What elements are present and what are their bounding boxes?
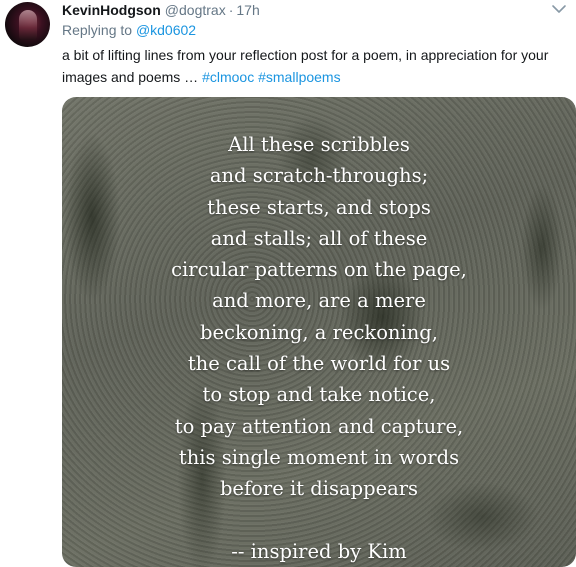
poem-line: circular patterns on the page,: [171, 258, 467, 282]
poem-line: beckoning, a reckoning,: [200, 320, 438, 344]
hashtag-link[interactable]: #clmooc: [202, 69, 254, 85]
avatar[interactable]: [5, 2, 50, 47]
poem-spacer: [62, 505, 576, 536]
poem-line: before it disappears: [219, 477, 419, 501]
poem-line: and stalls; all of these: [210, 226, 428, 250]
poem-line: to pay attention and capture,: [174, 414, 464, 438]
poem-line: the call of the world for us: [187, 352, 451, 376]
poem-line: All these scribbles: [228, 133, 410, 156]
timestamp[interactable]: 17h: [236, 2, 259, 18]
poem-line: and more, are a mere: [212, 289, 426, 313]
author-name[interactable]: KevinHodgson: [62, 2, 161, 18]
poem-line: this single moment in words: [178, 445, 460, 469]
poem-line: to stop and take notice,: [202, 383, 436, 407]
author-handle[interactable]: @dogtrax: [165, 2, 226, 18]
replying-to: Replying to @kd0602: [62, 22, 196, 38]
reply-mention-link[interactable]: @kd0602: [136, 22, 196, 38]
poem-line: these starts, and stops: [207, 195, 431, 219]
tweet-header: KevinHodgson @dogtrax · 17h: [62, 0, 260, 20]
tweet-media-image[interactable]: All these scribbles and scratch-throughs…: [62, 97, 576, 567]
separator-dot: ·: [228, 2, 234, 18]
poem-attribution: -- inspired by Kim: [231, 539, 407, 563]
replying-to-label: Replying to: [62, 22, 133, 38]
poem-text: All these scribbles and scratch-throughs…: [62, 129, 576, 567]
poem-line: and scratch-throughs;: [209, 164, 429, 188]
hashtag-link[interactable]: #smallpoems: [258, 69, 340, 85]
tweet-text: a bit of lifting lines from your reflect…: [62, 44, 567, 88]
chevron-down-icon[interactable]: [551, 2, 567, 16]
